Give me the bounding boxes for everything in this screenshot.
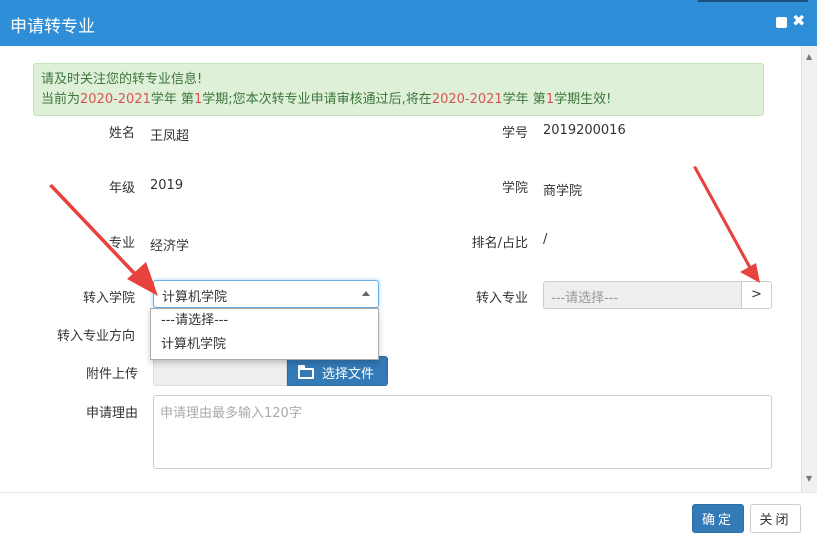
scroll-down-icon[interactable]: ▼ [806, 474, 812, 483]
student-id-label: 学号 [501, 126, 528, 141]
college-value: 商学院 [543, 184, 583, 199]
grade-label: 年级 [108, 181, 135, 196]
target-major-input[interactable]: ---请选择--- [543, 281, 742, 309]
target-major-label: 转入专业 [475, 291, 528, 306]
major-value: 经济学 [150, 239, 190, 254]
dropdown-option-placeholder[interactable]: ---请选择--- [151, 309, 378, 333]
grade-value: 2019 [150, 178, 184, 193]
dialog-content: 请及时关注您的转专业信息! 当前为2020-2021学年 第1学期;您本次转专业… [0, 46, 801, 492]
alert-line-2: 当前为2020-2021学年 第1学期;您本次转专业申请审核通过后,将在2020… [41, 92, 612, 107]
reason-textarea[interactable] [153, 395, 772, 469]
info-alert: 请及时关注您的转专业信息! 当前为2020-2021学年 第1学期;您本次转专业… [33, 63, 764, 116]
name-value: 王凤超 [150, 129, 190, 144]
rank-label: 排名/占比 [471, 236, 528, 251]
college-label: 学院 [501, 181, 528, 196]
close-button[interactable]: 关闭 [750, 504, 801, 533]
reason-label: 申请理由 [85, 406, 138, 421]
choose-file-button[interactable]: 选择文件 [287, 356, 388, 386]
target-college-dropdown: ---请选择--- 计算机学院 [150, 308, 379, 360]
dialog-title: 申请转专业 [10, 17, 95, 37]
dropdown-option-computer[interactable]: 计算机学院 [151, 333, 378, 357]
close-icon[interactable]: ✖ [792, 12, 805, 30]
titlebar-accent-line [698, 0, 808, 2]
folder-open-icon [298, 365, 314, 379]
maximize-icon[interactable] [776, 17, 787, 28]
student-id-value: 2019200016 [543, 123, 626, 138]
attachment-filename-input[interactable] [153, 356, 287, 386]
dialog-titlebar: 申请转专业 ✖ [0, 0, 817, 46]
dialog-footer: 确定 关闭 [0, 492, 817, 544]
content-scrollbar[interactable]: ▲ ▼ [801, 46, 817, 492]
target-college-select[interactable]: 计算机学院 [153, 280, 379, 308]
scroll-up-icon[interactable]: ▲ [806, 52, 812, 61]
target-major-picker-button[interactable]: > [741, 281, 772, 309]
target-college-selected: 计算机学院 [162, 290, 228, 305]
rank-value: / [543, 232, 548, 247]
direction-label: 转入专业方向 [56, 329, 135, 344]
confirm-button[interactable]: 确定 [692, 504, 744, 533]
target-college-label: 转入学院 [82, 291, 135, 306]
name-label: 姓名 [108, 126, 135, 141]
attachment-label: 附件上传 [85, 367, 138, 382]
caret-up-icon [362, 291, 370, 296]
major-label: 专业 [108, 236, 135, 251]
alert-line-1: 请及时关注您的转专业信息! [41, 72, 203, 87]
